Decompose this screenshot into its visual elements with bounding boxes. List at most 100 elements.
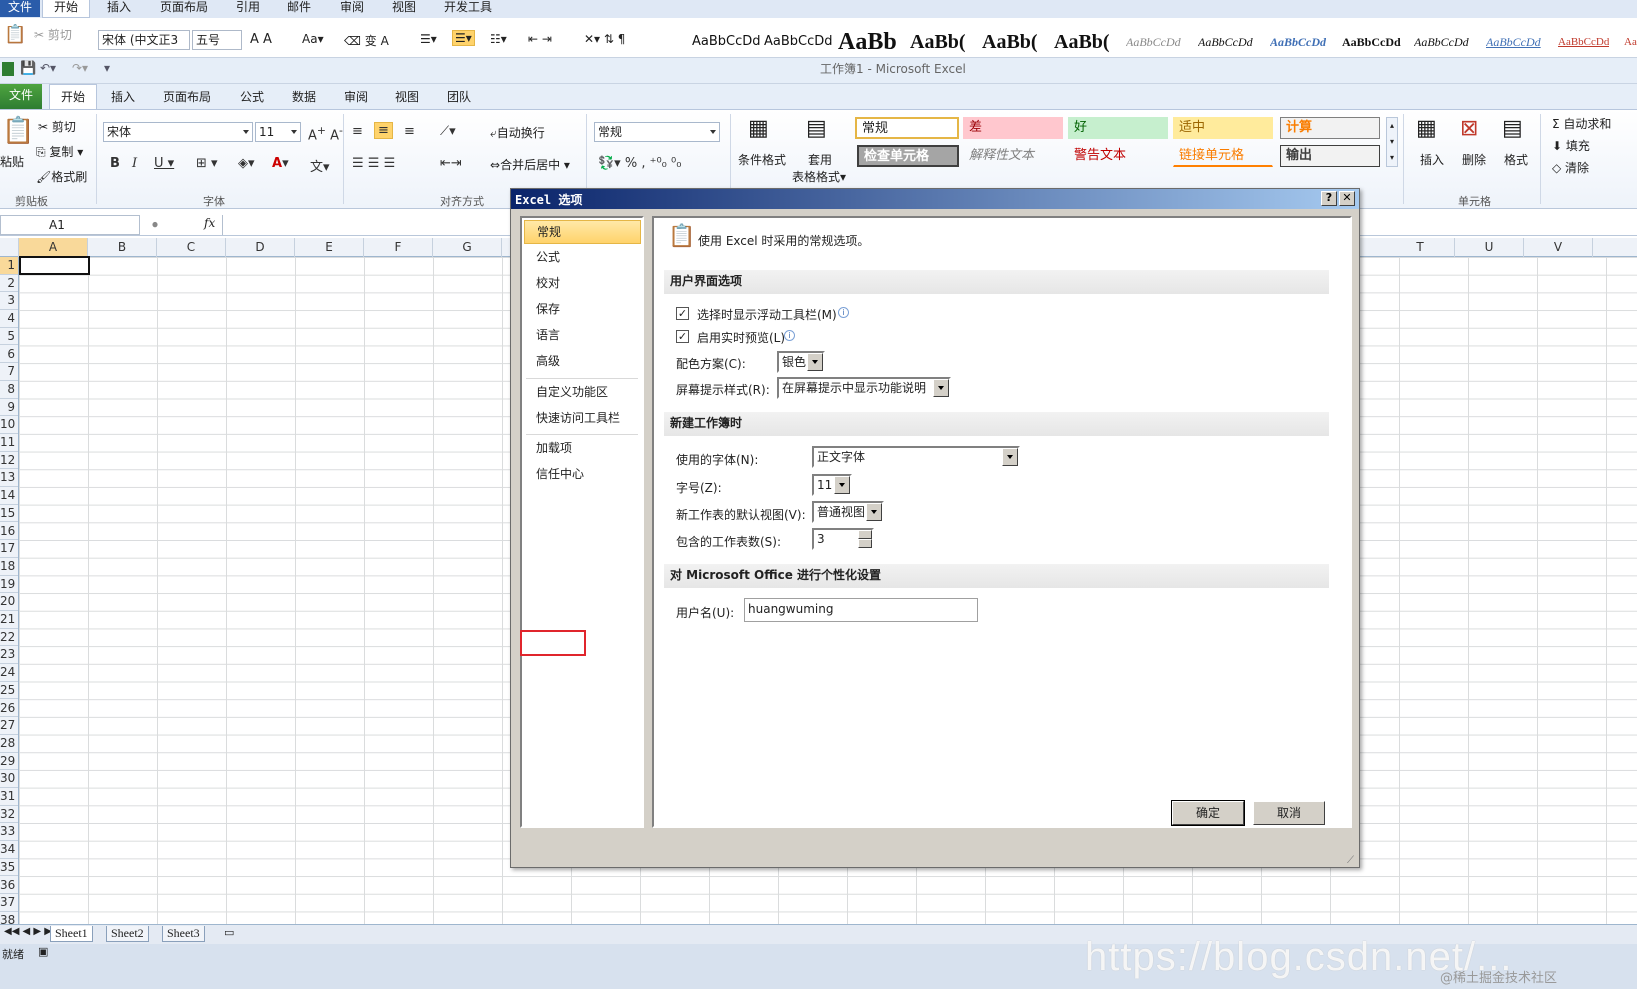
styles-scroll[interactable]: ▴ ▾ ▾ bbox=[1386, 117, 1398, 167]
tab-review[interactable]: 审阅 bbox=[344, 88, 368, 105]
format-painter-button[interactable]: 🖌格式刷 bbox=[36, 168, 87, 185]
cut-button[interactable]: ✂ 剪切 bbox=[38, 118, 76, 135]
word-style-heading2[interactable]: AaBb( bbox=[910, 28, 972, 56]
close-button[interactable]: ✕ bbox=[1339, 191, 1355, 206]
currency-icon[interactable]: 💱▾ % , ⁺⁰₀ ⁰₀ bbox=[598, 156, 681, 171]
row-header[interactable]: 23 bbox=[0, 646, 18, 665]
paste-button[interactable]: 粘贴 bbox=[0, 153, 24, 170]
cell-style-calculation[interactable]: 计算 bbox=[1280, 117, 1380, 139]
column-header[interactable]: T bbox=[1386, 238, 1455, 257]
borders-icon[interactable]: ⊞ ▾ bbox=[196, 156, 218, 171]
undo-icon[interactable]: ↶▾ bbox=[40, 61, 56, 75]
tooltip-style-select[interactable]: 在屏幕提示中显示功能说明 bbox=[777, 377, 951, 399]
nav-quick-access-toolbar[interactable]: 快速访问工具栏 bbox=[524, 407, 641, 431]
word-sort-icon[interactable]: ✕▾ ⇅ ¶ bbox=[584, 32, 625, 46]
word-style-subtle[interactable]: AaBbCcDd bbox=[1126, 28, 1181, 56]
row-header[interactable]: 15 bbox=[0, 505, 18, 523]
delete-cells-button[interactable]: 删除 bbox=[1462, 151, 1486, 168]
tab-insert[interactable]: 插入 bbox=[111, 88, 135, 105]
word-multilevel-icon[interactable]: ☷▾ bbox=[490, 32, 507, 46]
row-header[interactable]: 11 bbox=[0, 434, 18, 452]
word-style-emphasis[interactable]: AaBbCcDd bbox=[1198, 28, 1253, 56]
word-tab-layout[interactable]: 页面布局 bbox=[160, 0, 208, 18]
row-header[interactable]: 4 bbox=[0, 310, 18, 328]
row-header[interactable]: 33 bbox=[0, 823, 18, 842]
cell-style-good[interactable]: 好 bbox=[1068, 117, 1168, 139]
font-size-select[interactable]: 11 bbox=[255, 122, 301, 142]
word-tab-mailings[interactable]: 邮件 bbox=[287, 0, 311, 18]
word-tab-home[interactable]: 开始 bbox=[42, 0, 90, 18]
insert-sheet-icon[interactable]: ▭ bbox=[224, 926, 234, 939]
word-indent-icon[interactable]: ⇤ ⇥ bbox=[528, 32, 552, 46]
nav-formulas[interactable]: 公式 bbox=[524, 246, 641, 270]
word-cut-button[interactable]: ✂ 剪切 bbox=[34, 26, 72, 43]
column-header[interactable]: F bbox=[364, 238, 433, 257]
tab-data[interactable]: 数据 bbox=[292, 88, 316, 105]
active-cell[interactable] bbox=[19, 256, 90, 275]
column-header[interactable]: A bbox=[19, 238, 88, 257]
word-style-subtitle[interactable]: AaBb( bbox=[1054, 28, 1116, 56]
insert-cells-button[interactable]: 插入 bbox=[1420, 151, 1444, 168]
word-style-intense-quote[interactable]: AaBbCcDd bbox=[1486, 28, 1541, 56]
row-header[interactable]: 17 bbox=[0, 540, 18, 558]
cell-style-check[interactable]: 检查单元格 bbox=[857, 145, 959, 167]
live-preview-checkbox[interactable]: ✓ bbox=[676, 330, 689, 343]
row-header[interactable]: 16 bbox=[0, 523, 18, 541]
row-header[interactable]: 34 bbox=[0, 841, 18, 859]
nav-general[interactable]: 常规 bbox=[524, 220, 641, 244]
redo-icon[interactable]: ↷▾ bbox=[72, 61, 88, 75]
delete-cells-icon[interactable]: ⊠ bbox=[1460, 116, 1478, 141]
resize-grip-icon[interactable]: ⟋ bbox=[1347, 855, 1354, 866]
indent-icon[interactable]: ⇤⇥ bbox=[440, 156, 462, 171]
font-name-select[interactable]: 宋体 bbox=[103, 122, 253, 142]
word-tab-view[interactable]: 视图 bbox=[392, 0, 416, 18]
word-style-nospacing[interactable]: AaBbCcDd bbox=[764, 28, 833, 56]
align-top-icon[interactable]: ≡ bbox=[352, 124, 363, 139]
row-header[interactable]: 26 bbox=[0, 700, 18, 718]
word-style-intense[interactable]: AaBbCcDd bbox=[1270, 28, 1326, 56]
autosum-button[interactable]: Σ 自动求和 bbox=[1552, 115, 1611, 132]
row-header[interactable]: 7 bbox=[0, 363, 18, 381]
cell-style-neutral[interactable]: 适中 bbox=[1173, 117, 1273, 139]
row-header[interactable]: 20 bbox=[0, 593, 18, 611]
word-clear-format-icon[interactable]: ⌫ 变 A bbox=[344, 32, 389, 49]
mini-toolbar-checkbox[interactable]: ✓ bbox=[676, 307, 689, 320]
row-header[interactable]: 14 bbox=[0, 487, 18, 505]
row-header[interactable]: 31 bbox=[0, 788, 18, 806]
nav-language[interactable]: 语言 bbox=[524, 324, 641, 348]
orientation-icon[interactable]: ⟋▾ bbox=[440, 124, 456, 139]
word-style-normal[interactable]: AaBbCcDd bbox=[692, 28, 761, 56]
row-header[interactable]: 27 bbox=[0, 717, 18, 735]
bold-icon[interactable]: B bbox=[110, 156, 120, 171]
column-header[interactable]: E bbox=[295, 238, 364, 257]
formula-bar-handle-icon[interactable]: ⦁ bbox=[152, 217, 158, 232]
row-header[interactable]: 2 bbox=[0, 275, 18, 293]
word-tab-references[interactable]: 引用 bbox=[236, 0, 260, 18]
insert-function-icon[interactable]: fx bbox=[204, 216, 215, 230]
word-style-title[interactable]: AaBb( bbox=[982, 28, 1044, 56]
cell-style-linked[interactable]: 链接单元格 bbox=[1173, 145, 1273, 167]
column-header[interactable]: C bbox=[157, 238, 226, 257]
row-header[interactable]: 1 bbox=[0, 257, 18, 275]
save-icon[interactable]: 💾 bbox=[20, 61, 36, 76]
word-style-subtle-ref[interactable]: AaBbCcDd bbox=[1558, 28, 1609, 56]
clear-button[interactable]: ◇ 清除 bbox=[1552, 159, 1589, 176]
row-header[interactable]: 18 bbox=[0, 558, 18, 576]
cell-style-warning[interactable]: 警告文本 bbox=[1068, 145, 1168, 167]
sheet-tab[interactable]: Sheet2 bbox=[106, 926, 149, 942]
nav-add-ins[interactable]: 加载项 bbox=[524, 437, 641, 461]
column-header[interactable]: V bbox=[1524, 238, 1593, 257]
table-format-button[interactable]: 表格格式▾ bbox=[792, 168, 846, 185]
row-header[interactable]: 32 bbox=[0, 806, 18, 824]
sheet-count-spinner[interactable]: 3 bbox=[812, 528, 874, 550]
name-box[interactable]: A1 bbox=[0, 215, 140, 235]
word-style-strong[interactable]: AaBbCcDd bbox=[1342, 28, 1401, 56]
word-tab-insert[interactable]: 插入 bbox=[107, 0, 131, 18]
phonetic-icon[interactable]: 文▾ bbox=[310, 156, 330, 175]
default-size-select[interactable]: 11 bbox=[812, 474, 852, 496]
row-header[interactable]: 9 bbox=[0, 399, 18, 417]
row-header[interactable]: 37 bbox=[0, 894, 18, 912]
number-format-select[interactable]: 常规 bbox=[594, 122, 720, 142]
row-header[interactable]: 5 bbox=[0, 328, 18, 346]
insert-cells-icon[interactable]: ▦ bbox=[1416, 116, 1437, 141]
